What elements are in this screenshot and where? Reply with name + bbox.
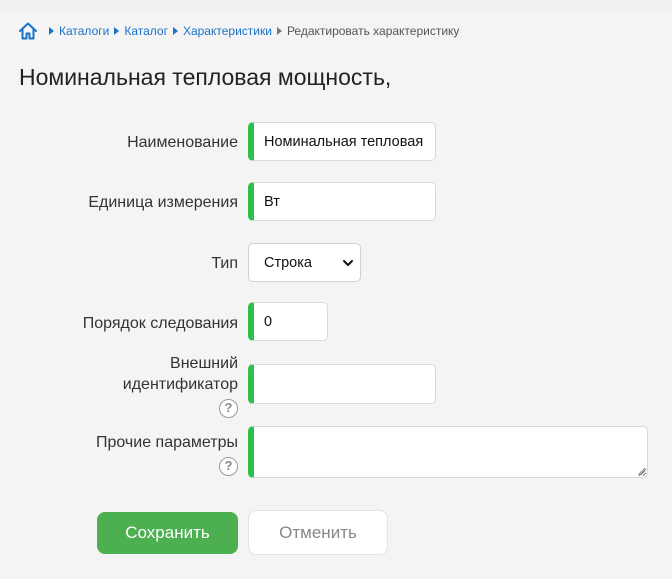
external-id-input[interactable]	[248, 364, 436, 404]
save-button[interactable]: Сохранить	[97, 512, 238, 554]
breadcrumb-separator-icon	[114, 27, 120, 35]
breadcrumb-characteristics[interactable]: Характеристики	[183, 24, 272, 38]
order-input[interactable]	[248, 302, 328, 341]
external-id-label: Внешний идентификатор ?	[123, 353, 238, 418]
breadcrumb-catalogs[interactable]: Каталоги	[59, 24, 109, 38]
top-bar	[0, 0, 672, 10]
breadcrumb-separator-icon	[276, 27, 282, 35]
name-label: Наименование	[127, 134, 238, 151]
external-id-label-line2: идентификатор	[122, 376, 238, 393]
breadcrumb-separator-icon	[172, 27, 178, 35]
unit-input[interactable]	[248, 182, 436, 221]
type-label: Тип	[211, 255, 238, 272]
order-label: Порядок следования	[82, 315, 238, 332]
breadcrumb-catalog[interactable]: Каталог	[124, 24, 168, 38]
name-input[interactable]	[248, 122, 436, 161]
breadcrumb-separator-icon	[49, 27, 54, 35]
other-params-textarea[interactable]	[248, 426, 648, 478]
breadcrumb: Каталоги Каталог Характеристики Редактир…	[18, 20, 459, 42]
type-select-value: Строка	[264, 254, 312, 271]
external-id-label-line1: Внешний	[170, 355, 238, 372]
type-select[interactable]: Строка	[248, 243, 361, 282]
resize-handle-icon[interactable]	[637, 467, 646, 476]
unit-label: Единица измерения	[88, 194, 238, 211]
breadcrumb-current: Редактировать характеристику	[286, 24, 460, 38]
other-params-label: Прочие параметры ?	[96, 432, 238, 476]
help-icon[interactable]: ?	[219, 457, 238, 476]
other-params-label-text: Прочие параметры	[95, 434, 238, 451]
cancel-button[interactable]: Отменить	[248, 510, 388, 555]
chevron-down-icon	[342, 257, 354, 269]
help-icon[interactable]: ?	[219, 399, 238, 418]
home-icon[interactable]	[18, 21, 38, 41]
page-title: Номинальная тепловая мощность,	[19, 64, 392, 90]
